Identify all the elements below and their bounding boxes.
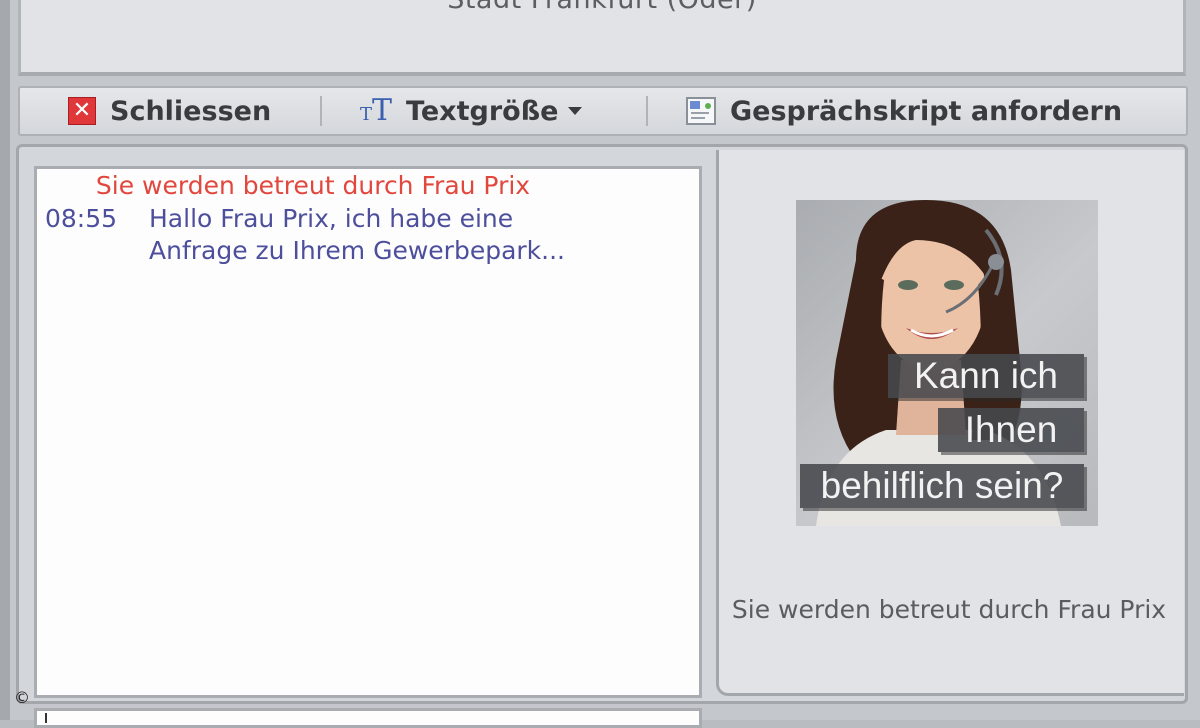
text-cursor bbox=[45, 713, 47, 723]
title-bar: Stadt Frankfurt (Oder) bbox=[18, 0, 1186, 76]
message-input[interactable] bbox=[34, 708, 702, 728]
toolbar: ✕ Schliessen TT Textgröße Gesprächskript… bbox=[18, 86, 1188, 136]
chevron-down-icon bbox=[568, 107, 583, 115]
window-title: Stadt Frankfurt (Oder) bbox=[21, 0, 1183, 15]
text-size-label: Textgröße bbox=[406, 95, 559, 127]
toolbar-separator bbox=[646, 96, 648, 126]
overlay-line-3: behilflich sein? bbox=[800, 464, 1084, 508]
overlay-line-2: Ihnen bbox=[938, 408, 1084, 452]
message-text: Hallo Frau Prix, ich habe eine Anfrage z… bbox=[149, 204, 565, 265]
copyright-mark: © bbox=[14, 688, 30, 707]
request-script-button[interactable]: Gesprächskript anfordern bbox=[686, 88, 1122, 134]
message-time: 08:55 bbox=[45, 204, 118, 233]
close-button-label: Schliessen bbox=[110, 95, 272, 127]
close-button[interactable]: ✕ Schliessen bbox=[68, 88, 271, 134]
text-size-icon: TT bbox=[360, 93, 393, 128]
chat-transcript[interactable]: Sie werden betreut durch Frau Prix 08:55… bbox=[34, 166, 702, 698]
chat-agent-notice: Sie werden betreut durch Frau Prix bbox=[95, 171, 531, 200]
close-icon: ✕ bbox=[68, 97, 96, 125]
text-size-button[interactable]: TT Textgröße bbox=[360, 88, 583, 134]
agent-caption: Sie werden betreut durch Frau Prix bbox=[731, 595, 1167, 624]
overlay-line-1: Kann ich bbox=[888, 354, 1084, 398]
window-left-border bbox=[0, 0, 10, 720]
agent-photo: Kann ich Ihnen behilflich sein? bbox=[796, 200, 1098, 526]
request-script-label: Gesprächskript anfordern bbox=[730, 95, 1123, 127]
document-icon bbox=[686, 97, 716, 125]
toolbar-separator bbox=[320, 96, 322, 126]
